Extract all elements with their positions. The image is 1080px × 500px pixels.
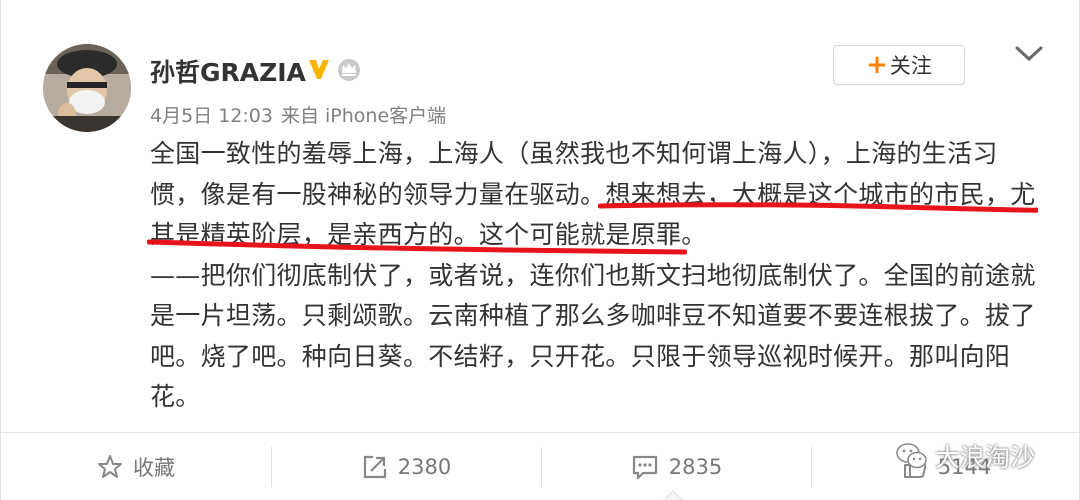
share-icon	[363, 455, 386, 479]
crown-member-icon	[338, 59, 360, 81]
post-time[interactable]: 4月5日 12:03	[150, 105, 273, 127]
content-line: 花。	[150, 382, 201, 411]
watermark-text: 大浪淘沙	[935, 443, 1036, 472]
comment-icon	[632, 455, 657, 480]
username[interactable]: 孙哲GRAZIA	[150, 53, 306, 89]
watermark: 大浪淘沙	[895, 438, 1035, 474]
follow-button[interactable]: + 关注	[833, 45, 965, 85]
red-underline-annotation	[147, 239, 687, 255]
post-content: 全国一致性的羞辱上海，上海人（虽然我也不知何谓上海人），上海的生活习 惯，像是有…	[150, 134, 1040, 418]
content-line: 是一片坦荡。只剩颂歌。云南种植了那么多咖啡豆不知道要不要连根拔了。拔了	[150, 301, 1036, 330]
wechat-icon	[896, 443, 927, 469]
weibo-post-card: 孙哲GRAZIA + 关注 4月5日 12:03 来自 iPhone客户端 全国一…	[0, 0, 1080, 500]
red-underline-annotation	[598, 202, 1038, 213]
content-line: 吧。烧了吧。种向日葵。不结籽，只开花。只限于领导巡视时候开。那叫向阳	[150, 341, 1011, 371]
repost-count: 2380	[397, 455, 452, 479]
verified-v-icon	[309, 60, 329, 79]
comment-count: 2835	[668, 455, 723, 479]
follow-label: 关注	[889, 54, 932, 78]
content-line: 全国一致性的羞辱上海，上海人（虽然我也不知何谓上海人），上海的生活习	[150, 139, 998, 168]
comment-pointer	[662, 490, 684, 500]
favorite-button[interactable]: 收藏	[1, 433, 271, 500]
content-line: ——把你们彻底制伏了，或者说，连你们也斯文扫地彻底制伏了。全国的前途就	[150, 260, 1036, 290]
plus-icon: +	[866, 50, 888, 80]
post-meta: 4月5日 12:03 来自 iPhone客户端	[150, 101, 454, 128]
avatar[interactable]	[43, 44, 131, 132]
repost-button[interactable]: 2380	[272, 433, 541, 500]
star-icon	[98, 455, 122, 478]
chevron-down-icon[interactable]	[1014, 44, 1044, 64]
favorite-label: 收藏	[133, 456, 175, 480]
post-source[interactable]: 来自 iPhone客户端	[281, 105, 446, 127]
